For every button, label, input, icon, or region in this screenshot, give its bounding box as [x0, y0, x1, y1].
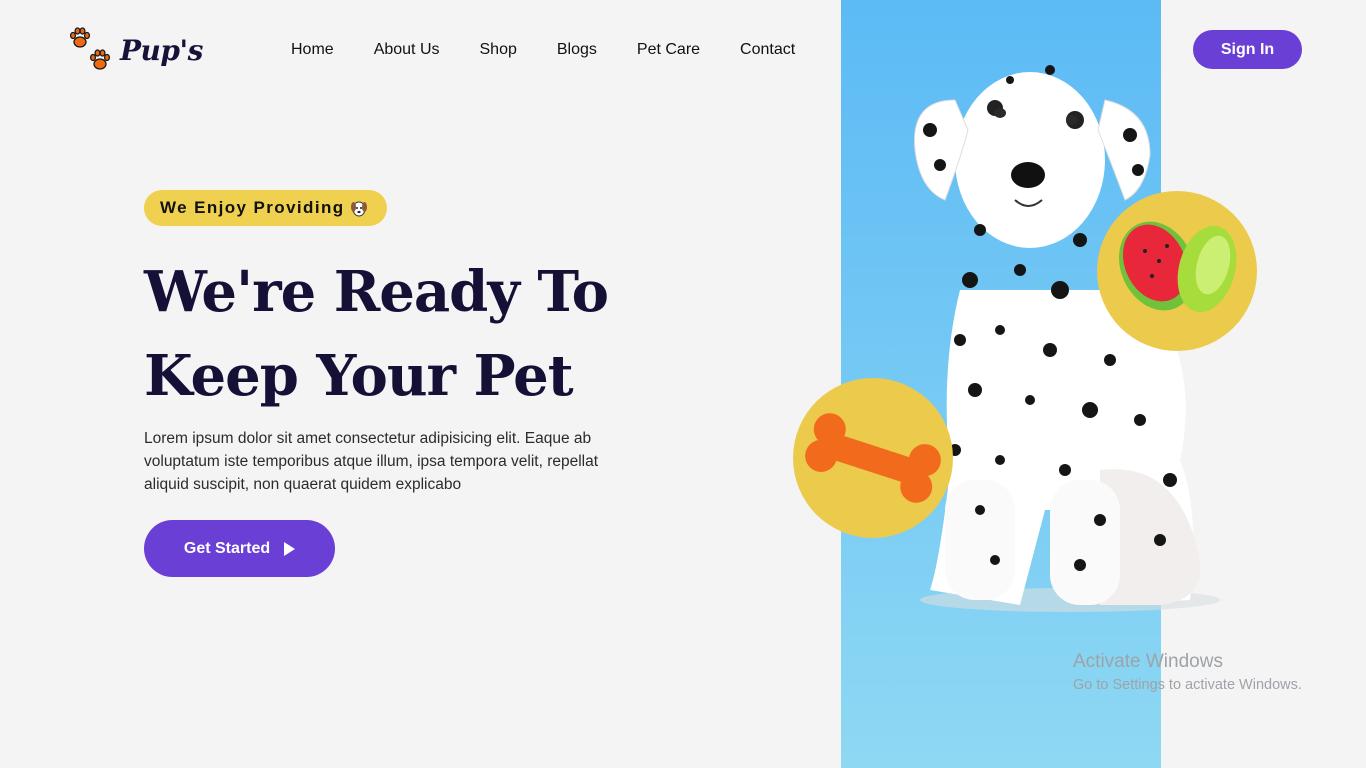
hero-badge-label: We Enjoy Providing — [160, 198, 345, 217]
get-started-label: Get Started — [183, 539, 271, 557]
headline-line-2: Keep Your Pet — [144, 343, 574, 409]
dog-face-icon — [350, 201, 367, 217]
brand-name: Pup's — [120, 33, 203, 67]
brand-logo[interactable]: Pup's — [68, 26, 203, 74]
get-started-button[interactable]: Get Started — [144, 520, 335, 577]
activate-windows-watermark: Activate Windows Go to Settings to activ… — [1073, 651, 1302, 695]
hero-badge: We Enjoy Providing — [144, 190, 387, 226]
nav-pet-care[interactable]: Pet Care — [637, 40, 700, 60]
paw-icon — [69, 27, 91, 48]
paw-icon — [89, 49, 111, 70]
nav-blogs[interactable]: Blogs — [557, 40, 597, 60]
bone-toy-circle-image — [793, 378, 953, 538]
paw-prints-icon — [68, 26, 118, 74]
nav-contact[interactable]: Contact — [740, 40, 795, 60]
nav-about-us[interactable]: About Us — [374, 40, 440, 60]
nav-home[interactable]: Home — [291, 40, 334, 60]
watermark-subtitle: Go to Settings to activate Windows. — [1073, 677, 1302, 693]
play-icon — [284, 541, 296, 556]
nav-shop[interactable]: Shop — [480, 40, 517, 60]
hero-description: Lorem ipsum dolor sit amet consectetur a… — [144, 430, 599, 493]
plush-toy-icon — [1119, 221, 1237, 313]
headline-line-1: We're Ready To — [144, 259, 609, 325]
bone-toy-icon — [805, 413, 941, 503]
hero-headline: We're Ready To Keep Your Pet — [144, 250, 704, 418]
main-nav: Home About Us Shop Blogs Pet Care Contac… — [291, 40, 835, 60]
toy-circle-image — [1097, 191, 1257, 351]
watermark-title: Activate Windows — [1073, 651, 1223, 672]
